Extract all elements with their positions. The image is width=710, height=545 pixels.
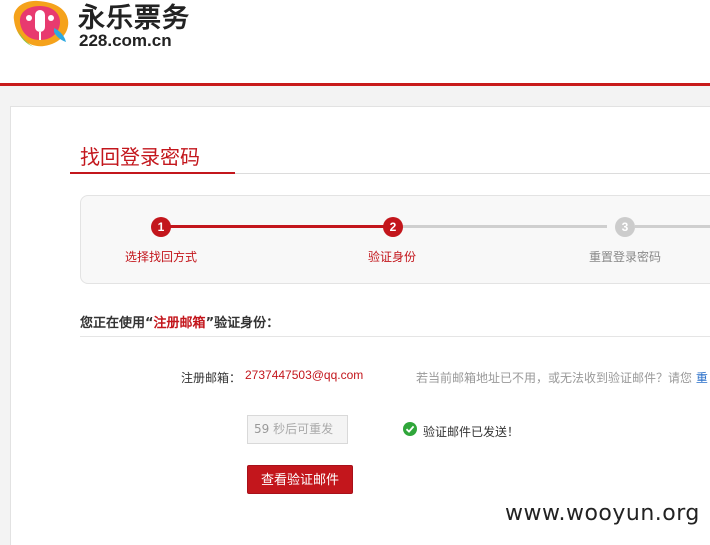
identity-suffix: ”验证身份： <box>205 316 280 331</box>
identity-method: 注册邮箱 <box>153 316 206 331</box>
step-3-indicator: 3 <box>615 217 635 237</box>
logo-domain[interactable]: 228.com.cn <box>79 31 172 51</box>
step-1-label: 选择找回方式 <box>125 250 198 264</box>
watermark: www.wooyun.org <box>505 501 700 526</box>
view-mail-button[interactable]: 查看验证邮件 <box>247 465 353 494</box>
section-divider <box>80 336 710 337</box>
help-link[interactable]: 重 <box>696 371 708 385</box>
logo-text[interactable]: 永乐票务 <box>78 0 190 35</box>
step-2-label: 验证身份 <box>368 250 417 264</box>
resend-countdown-button[interactable]: 59 秒后可重发 <box>247 415 348 444</box>
help-text: 若当前邮箱地址已不用，或无法收到验证邮件？请您 重 <box>416 369 708 386</box>
email-label: 注册邮箱： <box>181 371 242 385</box>
microphone-logo-icon[interactable] <box>10 0 72 50</box>
title-underline <box>70 172 235 174</box>
page-title: 找回登录密码 <box>80 145 200 169</box>
step-connector-pending <box>635 225 710 228</box>
step-1-indicator: 1 <box>151 217 171 237</box>
help-text-body: 若当前邮箱地址已不用，或无法收到验证邮件？请您 <box>416 371 696 385</box>
email-value: 2737447503@qq.com <box>245 368 364 382</box>
step-2-indicator: 2 <box>383 217 403 237</box>
site-header: 永乐票务 228.com.cn <box>0 0 710 84</box>
step-connector-pending <box>402 225 607 228</box>
progress-steps <box>80 195 710 284</box>
identity-heading: 您正在使用“注册邮箱”验证身份： <box>80 312 279 331</box>
step-connector-done <box>170 225 384 228</box>
step-3-label: 重置登录密码 <box>589 250 662 264</box>
check-circle-icon <box>403 422 417 436</box>
countdown-number: 59 <box>254 422 270 436</box>
sent-status-text: 验证邮件已发送！ <box>423 425 520 439</box>
identity-prefix: 您正在使用“ <box>80 316 154 331</box>
countdown-text: 秒后可重发 <box>273 422 334 436</box>
